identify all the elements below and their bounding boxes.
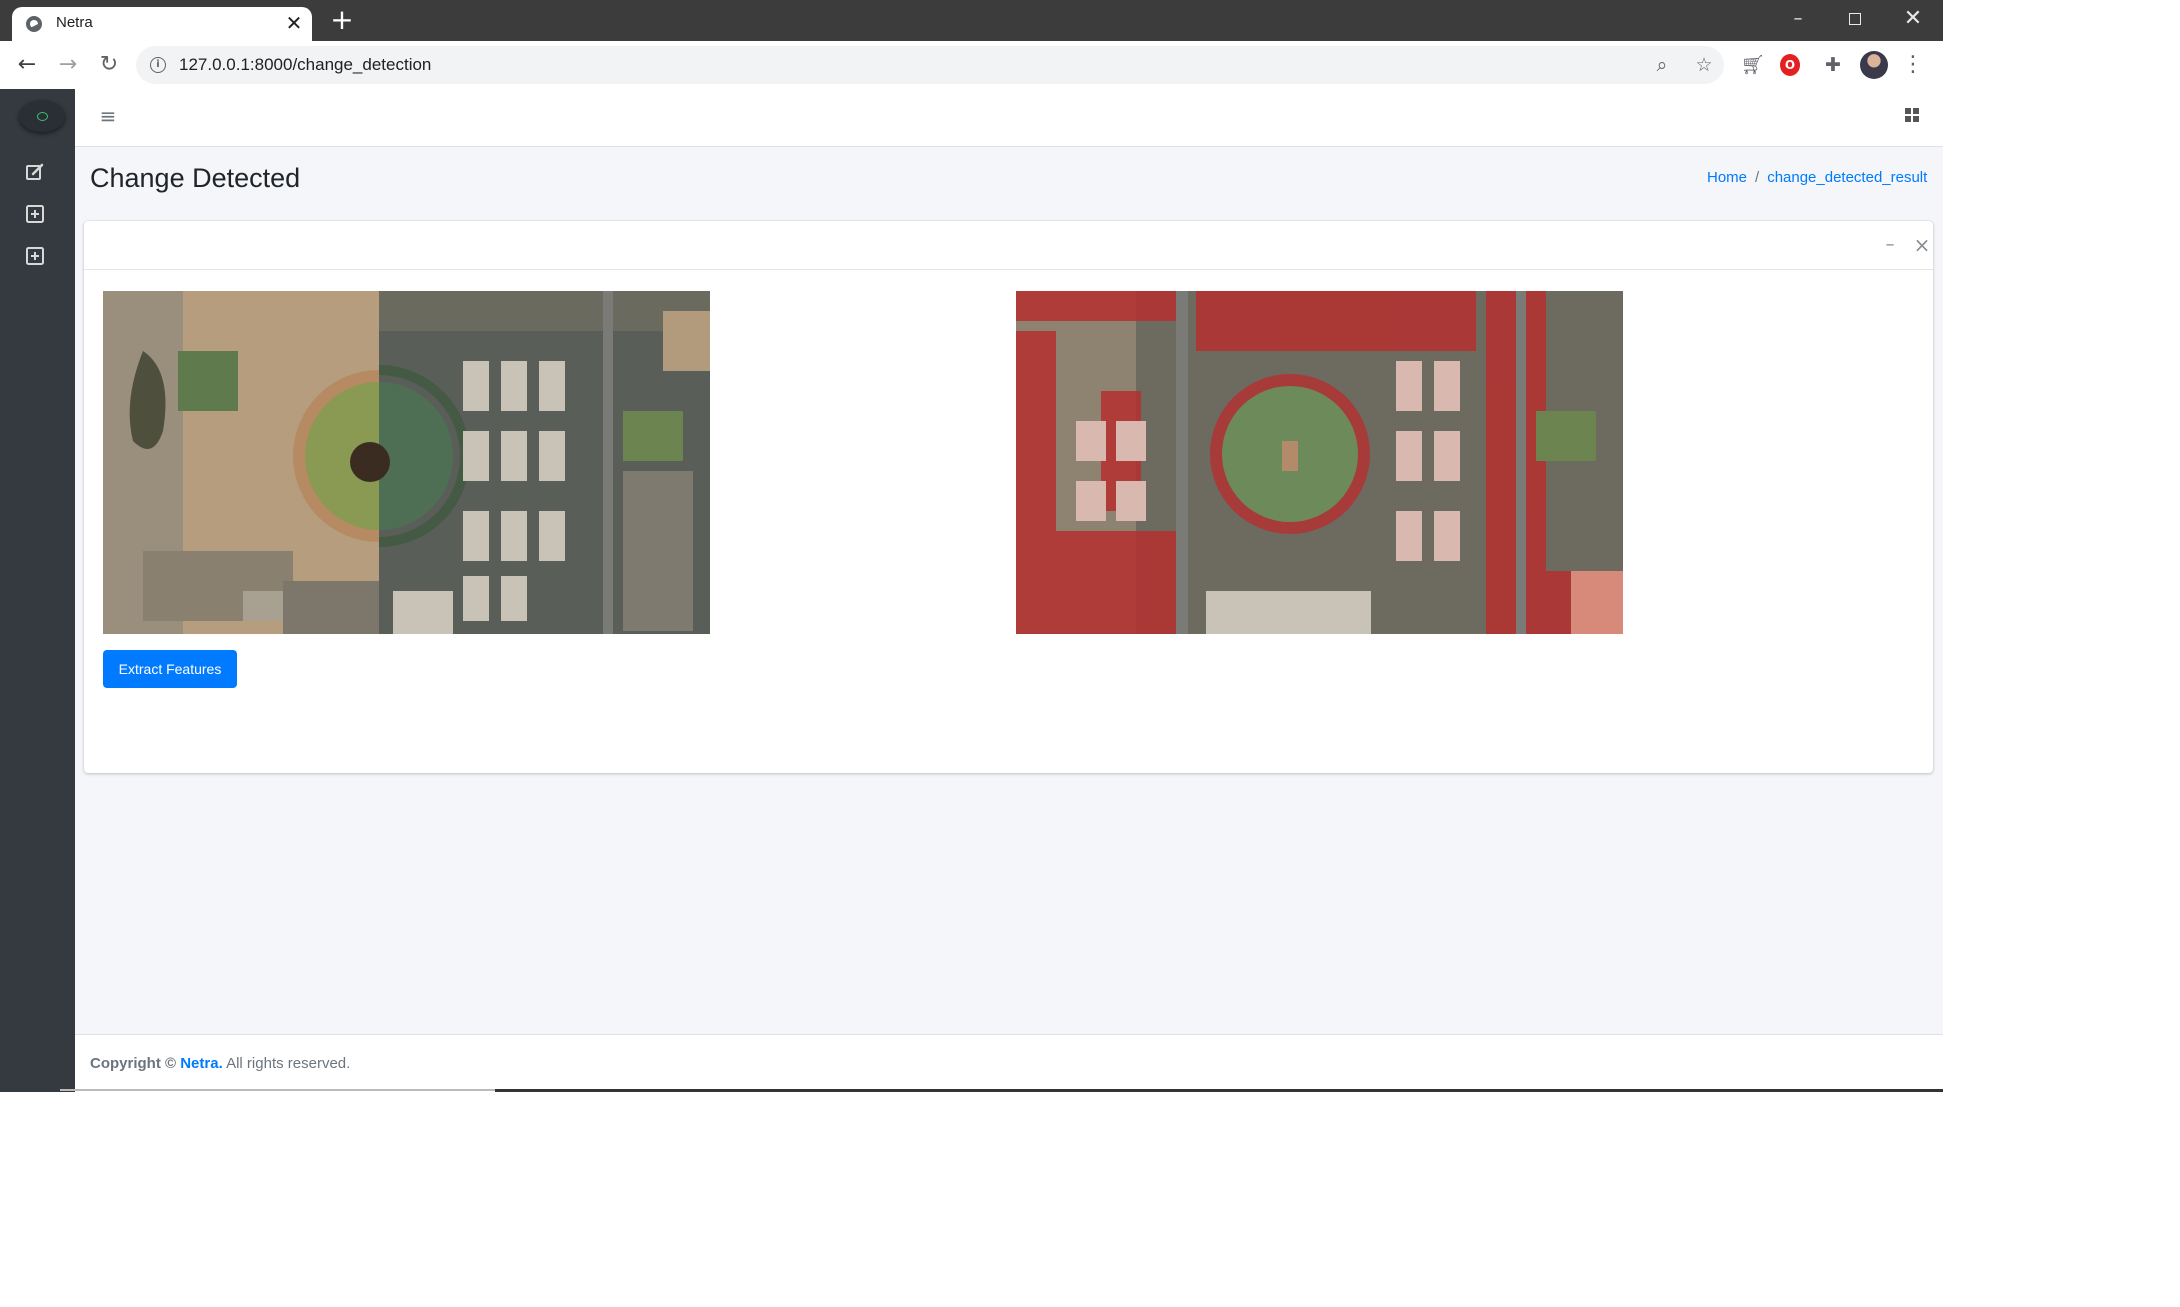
window-restore-button[interactable]: [1835, 4, 1875, 34]
breadcrumb-current-link[interactable]: change_detected_result: [1767, 169, 1927, 186]
top-navbar: ≡: [75, 89, 1943, 147]
breadcrumb-home-link[interactable]: Home: [1707, 169, 1747, 186]
before-image: [103, 291, 710, 634]
puzzle-icon[interactable]: ✚: [1820, 52, 1846, 78]
result-card: – × Extract Features: [84, 221, 1933, 773]
tab-close-icon[interactable]: ✕: [282, 11, 306, 35]
opera-icon[interactable]: O: [1780, 54, 1800, 76]
avatar[interactable]: [1860, 51, 1888, 79]
horizontal-scrollbar-track: [60, 1089, 495, 1091]
url-text[interactable]: 127.0.0.1:8000/change_detection: [179, 55, 431, 75]
zoom-icon[interactable]: ⌕: [1649, 52, 1675, 78]
breadcrumb: Home / change_detected_result: [1707, 169, 1927, 186]
plus-square-icon[interactable]: [25, 246, 45, 266]
edit-icon[interactable]: [25, 162, 45, 182]
brand-link[interactable]: Netra.: [180, 1055, 223, 1072]
horizontal-scrollbar-thumb[interactable]: [495, 1089, 1943, 1092]
hamburger-menu-icon[interactable]: ≡: [97, 105, 119, 127]
browser-tab[interactable]: Netra ✕: [12, 7, 312, 41]
page-title: Change Detected: [90, 163, 301, 193]
browser-toolbar: ← → ↻ i 127.0.0.1:8000/change_detection …: [0, 41, 1943, 90]
window-minimize-button[interactable]: –: [1778, 4, 1818, 34]
cart-icon[interactable]: 🛒︎: [1740, 52, 1766, 78]
copyright-label: Copyright ©: [90, 1055, 177, 1072]
content-wrapper: Change Detected Home / change_detected_res…: [75, 147, 1943, 1034]
menu-icon[interactable]: ⋮: [1900, 52, 1926, 78]
close-icon[interactable]: ×: [1910, 233, 1934, 257]
browser-tab-bar: Netra ✕ + – ✕: [0, 0, 1943, 41]
rights-text: All rights reserved.: [226, 1055, 351, 1072]
globe-icon: [26, 16, 42, 32]
forward-icon[interactable]: →: [53, 50, 83, 80]
brand-logo[interactable]: [19, 100, 65, 132]
new-tab-button[interactable]: +: [328, 6, 356, 34]
breadcrumb-separator: /: [1755, 169, 1760, 186]
star-icon[interactable]: ☆: [1691, 52, 1717, 78]
tab-title: Netra: [56, 14, 93, 31]
plus-square-icon[interactable]: [25, 204, 45, 224]
footer: Copyright © Netra. All rights reserved.: [75, 1034, 1943, 1091]
card-header: – ×: [84, 221, 1933, 270]
grid-icon[interactable]: [1905, 108, 1921, 124]
address-bar[interactable]: i 127.0.0.1:8000/change_detection ⌕ ☆: [136, 46, 1724, 84]
footer-text: Copyright © Netra. All rights reserved.: [90, 1055, 350, 1072]
info-icon[interactable]: i: [150, 57, 166, 73]
back-icon[interactable]: ←: [12, 50, 42, 80]
extract-features-button[interactable]: Extract Features: [103, 650, 237, 688]
sidebar: [0, 89, 75, 1092]
window-close-button[interactable]: ✕: [1893, 4, 1933, 34]
change-result-image: [1016, 291, 1623, 634]
reload-icon[interactable]: ↻: [94, 50, 124, 80]
minus-icon[interactable]: –: [1878, 233, 1902, 257]
